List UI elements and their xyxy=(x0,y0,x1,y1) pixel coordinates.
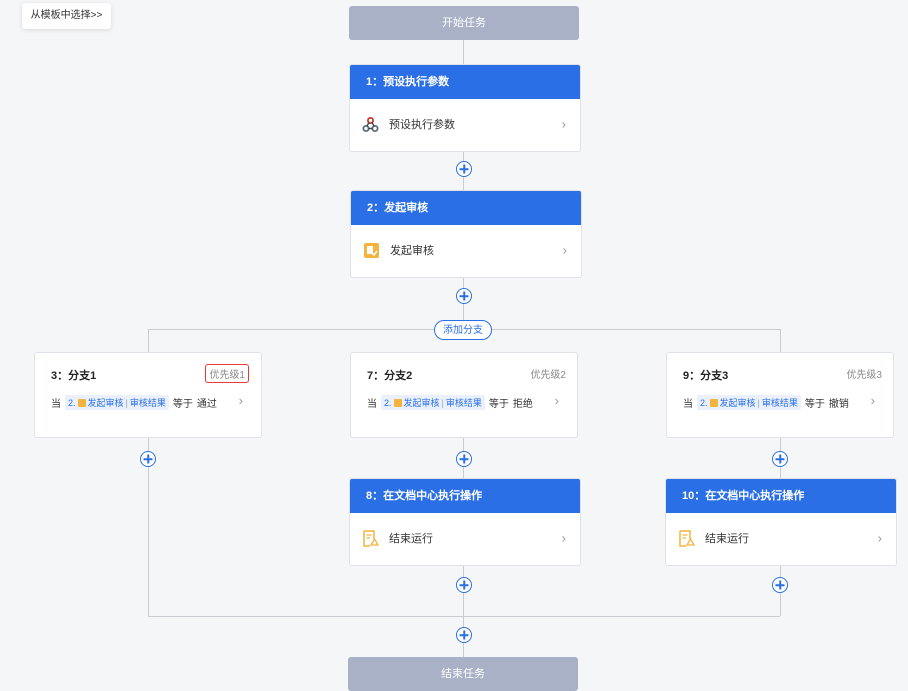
chevron-right-icon: › xyxy=(238,393,243,408)
step-card-body[interactable]: 结束运行 › xyxy=(350,513,580,563)
cond-ref-b: 审核结果 xyxy=(129,398,166,408)
add-step-plus-icon[interactable] xyxy=(140,451,156,467)
condition-reference-chip: 2. 发起审核 | 审核结果 xyxy=(65,395,169,410)
branch-condition: 当 2. 发起审核 | 审核结果 等于 撤销 xyxy=(683,395,849,410)
approval-icon xyxy=(77,398,86,407)
add-step-plus-icon[interactable] xyxy=(456,577,472,593)
cond-prefix: 当 xyxy=(683,399,693,410)
cond-ref-sep: | xyxy=(757,397,760,408)
branch-condition: 当 2. 发起审核 | 审核结果 等于 拒绝 xyxy=(367,395,533,410)
cond-ref-num: 2. xyxy=(384,397,392,408)
cond-ref-num: 2. xyxy=(700,397,708,408)
cond-ref-num: 2. xyxy=(68,397,76,408)
branch-card-1[interactable]: 3：分支1 优先级1 当 2. 发起审核 | 审核结果 等于 通过 › xyxy=(34,352,262,438)
chevron-right-icon: › xyxy=(870,393,875,408)
cond-operator: 等于 xyxy=(804,399,825,410)
add-step-plus-icon[interactable] xyxy=(456,161,472,177)
cond-ref-b: 审核结果 xyxy=(445,398,482,408)
chevron-right-icon: › xyxy=(562,242,567,258)
branch-title: 3：分支1 xyxy=(51,370,97,382)
step-card-body[interactable]: 发起审核 › xyxy=(351,225,581,275)
step-card-start-review[interactable]: 2：发起审核 发起审核 › xyxy=(350,190,582,278)
add-step-plus-icon[interactable] xyxy=(772,451,788,467)
cond-operator: 等于 xyxy=(172,399,193,410)
chevron-right-icon: › xyxy=(561,116,566,132)
add-step-plus-icon[interactable] xyxy=(772,577,788,593)
branch-priority[interactable]: 优先级2 xyxy=(527,365,569,382)
cond-prefix: 当 xyxy=(367,399,377,410)
branch-card-2[interactable]: 7：分支2 优先级2 当 2. 发起审核 | 审核结果 等于 拒绝 › xyxy=(350,352,578,438)
connector-line xyxy=(148,329,149,353)
step-card-body[interactable]: 结束运行 › xyxy=(666,513,896,563)
step-card-label: 预设执行参数 xyxy=(389,119,455,131)
cond-value: 通过 xyxy=(196,399,217,410)
step-card-header: 2：发起审核 xyxy=(351,191,581,225)
cond-ref-sep: | xyxy=(441,397,444,408)
connector-line xyxy=(780,329,781,353)
chevron-right-icon: › xyxy=(561,530,566,546)
add-step-plus-icon[interactable] xyxy=(456,627,472,643)
chevron-right-icon: › xyxy=(877,530,882,546)
approval-icon xyxy=(393,398,402,407)
cond-ref-a: 发起审核 xyxy=(87,398,124,408)
step-card-body[interactable]: 预设执行参数 › xyxy=(350,99,580,149)
branch-priority[interactable]: 优先级3 xyxy=(843,365,885,382)
add-step-plus-icon[interactable] xyxy=(456,288,472,304)
branch-card-3[interactable]: 9：分支3 优先级3 当 2. 发起审核 | 审核结果 等于 撤销 › xyxy=(666,352,894,438)
cond-operator: 等于 xyxy=(488,399,509,410)
document-action-icon xyxy=(362,529,379,547)
branch-title: 7：分支2 xyxy=(367,370,413,382)
step-card-header: 8：在文档中心执行操作 xyxy=(350,479,580,513)
add-step-plus-icon[interactable] xyxy=(456,451,472,467)
step-card-header: 1：预设执行参数 xyxy=(350,65,580,99)
cond-ref-a: 发起审核 xyxy=(719,398,756,408)
connector-line xyxy=(463,40,464,64)
approval-icon xyxy=(363,242,380,259)
start-task-node[interactable]: 开始任务 xyxy=(349,6,579,40)
select-from-template-button[interactable]: 从模板中选择>> xyxy=(22,3,111,29)
step-card-doc-center-8[interactable]: 8：在文档中心执行操作 结束运行 › xyxy=(349,478,581,566)
step-card-doc-center-10[interactable]: 10：在文档中心执行操作 结束运行 › xyxy=(665,478,897,566)
webhook-icon xyxy=(362,116,379,133)
cond-value: 拒绝 xyxy=(512,399,533,410)
document-action-icon xyxy=(678,529,695,547)
condition-reference-chip: 2. 发起审核 | 审核结果 xyxy=(381,395,485,410)
cond-ref-b: 审核结果 xyxy=(761,398,798,408)
chevron-right-icon: › xyxy=(554,393,559,408)
condition-reference-chip: 2. 发起审核 | 审核结果 xyxy=(697,395,801,410)
step-card-label: 结束运行 xyxy=(705,533,749,545)
step-card-label: 结束运行 xyxy=(389,533,433,545)
approval-icon xyxy=(709,398,718,407)
connector-line xyxy=(148,616,780,617)
cond-ref-a: 发起审核 xyxy=(403,398,440,408)
cond-ref-sep: | xyxy=(125,397,128,408)
step-card-preset-params[interactable]: 1：预设执行参数 预设执行参数 › xyxy=(349,64,581,152)
cond-value: 撤销 xyxy=(828,399,849,410)
branch-condition: 当 2. 发起审核 | 审核结果 等于 通过 xyxy=(51,395,217,410)
add-branch-button[interactable]: 添加分支 xyxy=(434,320,492,340)
branch-title: 9：分支3 xyxy=(683,370,729,382)
branch-priority[interactable]: 优先级1 xyxy=(205,364,249,383)
cond-prefix: 当 xyxy=(51,399,61,410)
step-card-header: 10：在文档中心执行操作 xyxy=(666,479,896,513)
step-card-label: 发起审核 xyxy=(390,245,434,257)
